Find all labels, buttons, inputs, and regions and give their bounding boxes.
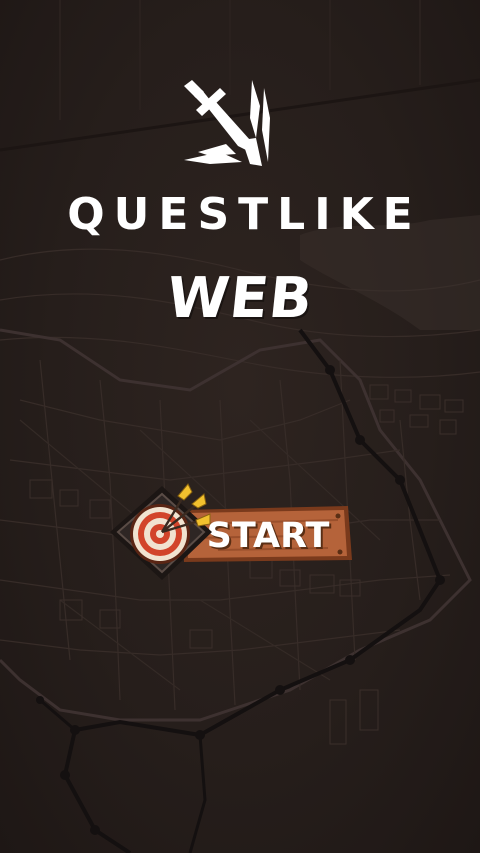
- title-screen: QUESTLIKE WEB START: [0, 0, 480, 853]
- game-title: QUESTLIKE: [67, 189, 422, 240]
- game-subtitle: WEB: [163, 266, 317, 331]
- sword-icon: [184, 80, 270, 166]
- archery-target-icon: [110, 483, 212, 580]
- start-button[interactable]: START: [106, 482, 356, 582]
